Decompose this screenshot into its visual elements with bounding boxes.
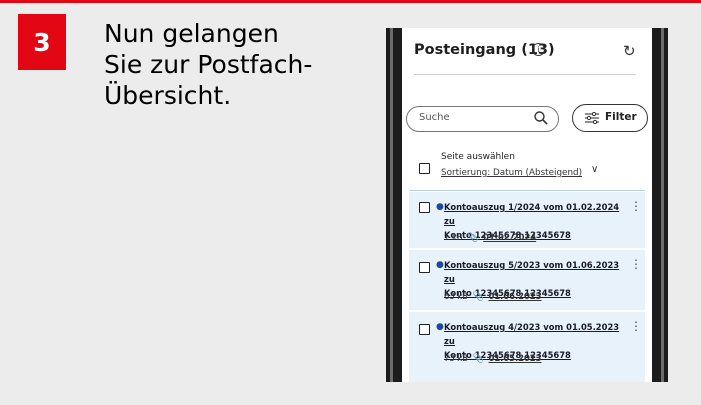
select-all-label: Seite auswählen: [441, 152, 515, 162]
phone-frame-left: [386, 28, 402, 382]
step-line-2: Sie zur Postfach-: [104, 50, 313, 79]
step-number-badge: 3: [18, 14, 66, 70]
filter-label: Filter: [605, 111, 637, 123]
step-line-3: Übersicht.: [104, 81, 232, 110]
message-meta: 1 kB 📎 01.02.2024: [444, 232, 536, 243]
kebab-menu-icon[interactable]: ⋮: [630, 200, 642, 212]
message-checkbox[interactable]: [419, 262, 430, 273]
phone-screen: Posteingang (13) i ↻ Suche Filter Seite …: [402, 28, 652, 382]
select-all-row: Seite auswählen Sortierung: Datum (Abste…: [409, 144, 645, 191]
chevron-down-icon[interactable]: ∨: [591, 164, 598, 175]
unread-dot-icon: ●: [436, 322, 444, 332]
paperclip-icon: 📎: [467, 233, 479, 243]
phone-mockup: Posteingang (13) i ↻ Suche Filter Seite …: [386, 28, 668, 382]
message-date[interactable]: 01.06.2023: [488, 291, 541, 301]
message-title-line-1: Kontoauszug 5/2023 vom 01.06.2023 zu: [444, 260, 620, 284]
info-icon[interactable]: i: [532, 43, 545, 56]
message-title-line-1: Kontoauszug 1/2024 vom 01.02.2024 zu: [444, 202, 620, 226]
message-date[interactable]: 01.05.2023: [488, 353, 541, 363]
search-placeholder: Suche: [419, 112, 450, 123]
message-list: Seite auswählen Sortierung: Datum (Abste…: [409, 144, 645, 382]
paperclip-icon: 📎: [472, 292, 484, 302]
header-divider: [414, 74, 636, 75]
message-checkbox[interactable]: [419, 324, 430, 335]
search-icon[interactable]: [533, 110, 549, 126]
message-checkbox[interactable]: [419, 202, 430, 213]
select-all-checkbox[interactable]: [419, 163, 430, 174]
refresh-icon[interactable]: ↻: [623, 42, 636, 60]
step-line-1: Nun gelangen: [104, 19, 279, 48]
list-item[interactable]: ● Kontoauszug 1/2024 vom 01.02.2024 zu K…: [409, 192, 645, 248]
message-size: 73 kB: [444, 353, 468, 363]
sort-dropdown[interactable]: Sortierung: Datum (Absteigend): [441, 168, 582, 178]
top-accent-line: [0, 0, 701, 3]
message-title-line-1: Kontoauszug 4/2023 vom 01.05.2023 zu: [444, 322, 620, 346]
paperclip-icon: 📎: [472, 354, 484, 364]
kebab-menu-icon[interactable]: ⋮: [630, 320, 642, 332]
unread-dot-icon: ●: [436, 260, 444, 270]
filter-icon: [585, 112, 599, 124]
step-description: Nun gelangen Sie zur Postfach- Übersicht…: [104, 18, 334, 111]
message-size: 1 kB: [444, 232, 463, 242]
step-number: 3: [33, 27, 51, 57]
message-meta: 73 kB 📎 01.05.2023: [444, 353, 541, 364]
search-input[interactable]: Suche: [406, 106, 559, 132]
list-item[interactable]: ● Kontoauszug 5/2023 vom 01.06.2023 zu K…: [409, 250, 645, 310]
message-size: 63 kB: [444, 291, 468, 301]
inbox-header: Posteingang (13) i ↻: [402, 28, 652, 76]
kebab-menu-icon[interactable]: ⋮: [630, 258, 642, 270]
message-date[interactable]: 01.02.2024: [483, 232, 536, 242]
list-item[interactable]: ● Kontoauszug 4/2023 vom 01.05.2023 zu K…: [409, 312, 645, 382]
message-meta: 63 kB 📎 01.06.2023: [444, 291, 541, 302]
phone-frame-right: [652, 28, 668, 382]
unread-dot-icon: ●: [436, 202, 444, 212]
filter-button[interactable]: Filter: [572, 104, 648, 132]
